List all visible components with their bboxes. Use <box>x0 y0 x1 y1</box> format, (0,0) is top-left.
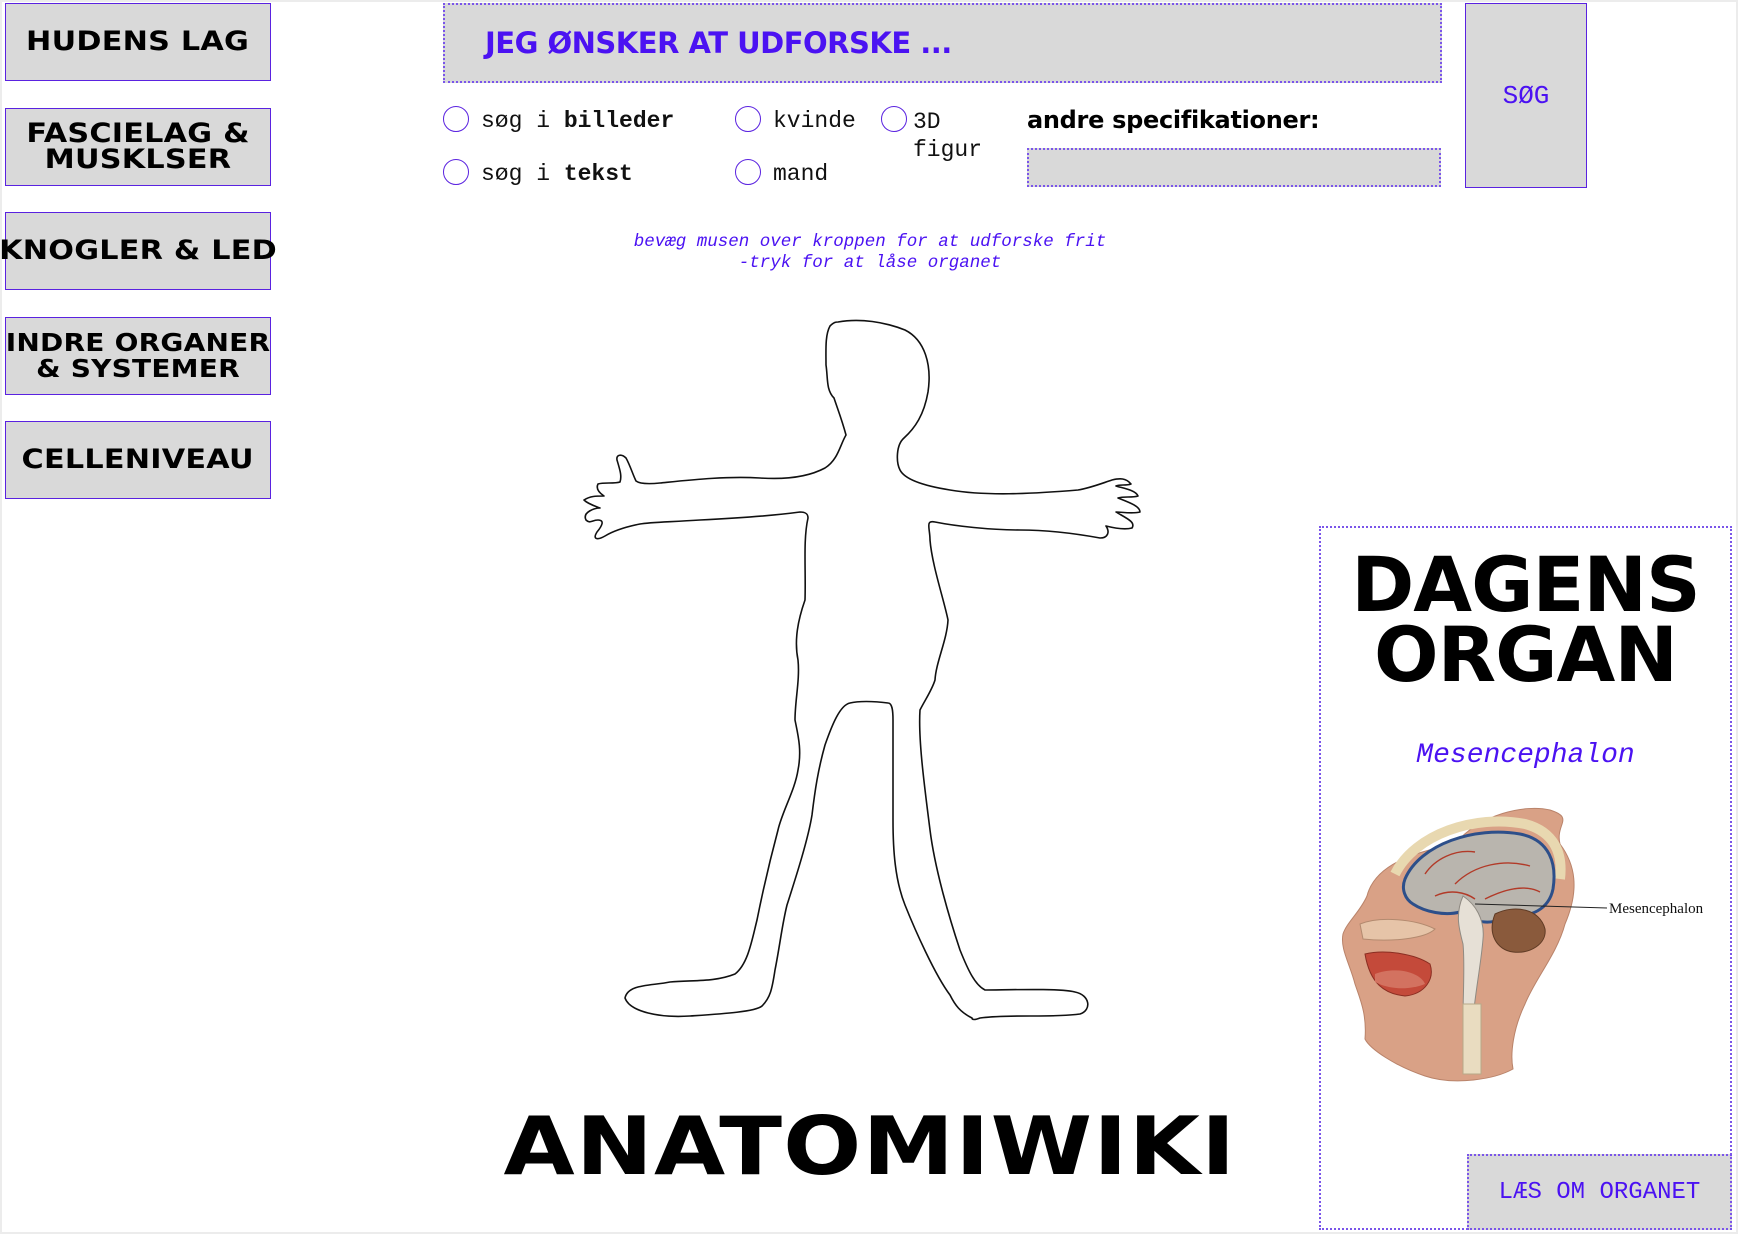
organ-name: Mesencephalon <box>1416 740 1635 771</box>
radio-label: 3D figur <box>913 109 983 163</box>
nav-button-knogler-led[interactable]: KNOGLER & LED <box>0 212 277 290</box>
radio-search-text[interactable]: søg i tekst <box>443 159 633 187</box>
organ-of-the-day-heading: DAGENS ORGAN <box>1321 547 1730 699</box>
organ-of-the-day-panel: DAGENS ORGAN Mesencephalon Mesencephalon… <box>1319 526 1732 1230</box>
radio-search-images[interactable]: søg i billeder <box>443 106 675 134</box>
radio-label: søg i billeder <box>481 108 675 134</box>
radio-3d-figure[interactable]: 3D figur <box>881 106 983 164</box>
radio-label: mand <box>773 161 829 187</box>
search-input[interactable]: JEG ØNSKER AT UDFORSKE ... <box>443 3 1442 83</box>
hint-line-1: bevæg musen over kroppen for at udforske… <box>633 232 1107 252</box>
nav-button-indre-organer[interactable]: INDRE ORGANER & SYSTEMER <box>5 317 271 395</box>
hint-line-2: -tryk for at låse organet <box>738 253 1002 273</box>
specifications-input[interactable] <box>1027 148 1441 187</box>
search-placeholder: JEG ØNSKER AT UDFORSKE ... <box>485 26 952 60</box>
radio-circle[interactable] <box>881 106 907 132</box>
spine <box>1462 1003 1482 1075</box>
search-button[interactable]: SØG <box>1465 3 1587 188</box>
specifications-label: andre specifikationer: <box>1027 106 1320 134</box>
heading-line-2: ORGAN <box>1374 610 1678 699</box>
radio-male[interactable]: mand <box>735 159 829 187</box>
radio-circle[interactable] <box>735 159 761 185</box>
radio-circle[interactable] <box>735 106 761 132</box>
cerebellum <box>1491 908 1546 953</box>
image-label: Mesencephalon <box>1609 901 1704 917</box>
radio-label: kvinde <box>773 108 856 134</box>
nav-button-hudens-lag[interactable]: HUDENS LAG <box>5 3 271 81</box>
radio-circle[interactable] <box>443 159 469 185</box>
explore-hint: bevæg musen over kroppen for at udforske… <box>560 232 1180 274</box>
radio-female[interactable]: kvinde <box>735 106 856 134</box>
read-about-organ-button[interactable]: LÆS OM ORGANET <box>1467 1154 1732 1230</box>
site-title: ANATOMIWIKI <box>503 1100 1237 1193</box>
nav-button-celleniveau[interactable]: CELLENIVEAU <box>5 421 271 499</box>
head-cross-section-image: Mesencephalon <box>1341 807 1704 1082</box>
body-outline[interactable] <box>583 319 1141 1021</box>
radio-circle[interactable] <box>443 106 469 132</box>
radio-label: søg i tekst <box>481 161 633 187</box>
nav-button-fascielag-muskler[interactable]: FASCIELAG & MUSKLSER <box>5 108 271 186</box>
